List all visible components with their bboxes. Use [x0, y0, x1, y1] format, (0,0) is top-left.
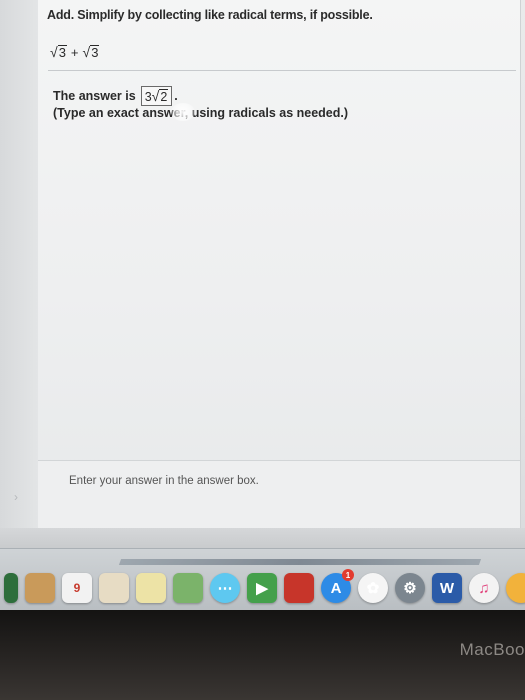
radical-sign-icon: √: [82, 44, 91, 60]
photo-booth-icon[interactable]: [284, 573, 314, 603]
left-gutter: ›: [0, 0, 38, 530]
radical-term-1: √ 3: [50, 44, 67, 60]
window-edge: [0, 528, 525, 548]
calendar-icon[interactable]: 9: [62, 573, 92, 603]
photos-icon[interactable]: ✿: [358, 573, 388, 603]
answer-period: .: [174, 89, 178, 103]
finder-icon[interactable]: [4, 573, 18, 603]
answer-prefix: The answer is: [53, 89, 136, 103]
facetime-icon[interactable]: ▶: [247, 573, 277, 603]
radicand: 3: [90, 45, 100, 60]
contacts-icon[interactable]: [99, 573, 129, 603]
word-icon[interactable]: W: [432, 573, 462, 603]
answer-line: The answer is 3 √ 2 .: [53, 86, 178, 106]
laptop-bezel: MacBoo: [0, 610, 525, 700]
question-panel: Add. Simplify by collecting like radical…: [38, 0, 521, 529]
screen: › Add. Simplify by collecting like radic…: [0, 0, 525, 610]
answer-hint: (Type an exact answer, using radicals as…: [53, 106, 349, 120]
question-instruction: Add. Simplify by collecting like radical…: [47, 8, 373, 22]
notification-badge: 1: [342, 569, 354, 581]
dock-icons: 9 ⋯ ▶ A 1 ✿ ⚙ W ♫: [0, 569, 525, 603]
divider: [48, 70, 516, 71]
status-bar: Enter your answer in the answer box.: [38, 460, 520, 529]
radical-sign-icon: √: [151, 88, 160, 104]
answer-radical: √ 2: [152, 88, 169, 104]
app-store-icon[interactable]: A 1: [321, 569, 354, 603]
radicand: 3: [57, 45, 67, 60]
radical-expression: √ 3 + √ 3: [50, 44, 100, 60]
brand-label: MacBoo: [459, 640, 525, 659]
screen-glare: [171, 103, 195, 121]
maps-icon[interactable]: [173, 573, 203, 603]
status-message: Enter your answer in the answer box.: [69, 475, 259, 487]
app-icon[interactable]: [506, 573, 525, 603]
calendar-day: 9: [73, 581, 81, 595]
notebook-icon[interactable]: [25, 573, 55, 603]
music-icon[interactable]: ♫: [469, 573, 499, 603]
stickies-icon[interactable]: [136, 573, 166, 603]
answer-coefficient: 3: [144, 90, 152, 104]
dock-shelf: [118, 559, 482, 565]
messages-icon[interactable]: ⋯: [210, 573, 240, 603]
chevron-right-icon[interactable]: ›: [14, 490, 18, 504]
answer-radicand: 2: [159, 89, 169, 104]
plus-operator: +: [70, 45, 79, 60]
radical-sign-icon: √: [50, 44, 58, 60]
word-letter: W: [439, 579, 455, 597]
gear-icon[interactable]: ⚙: [395, 573, 425, 603]
dock: 9 ⋯ ▶ A 1 ✿ ⚙ W ♫: [0, 548, 525, 610]
radical-term-2: √ 3: [83, 44, 100, 60]
answer-box[interactable]: 3 √ 2: [140, 86, 173, 106]
